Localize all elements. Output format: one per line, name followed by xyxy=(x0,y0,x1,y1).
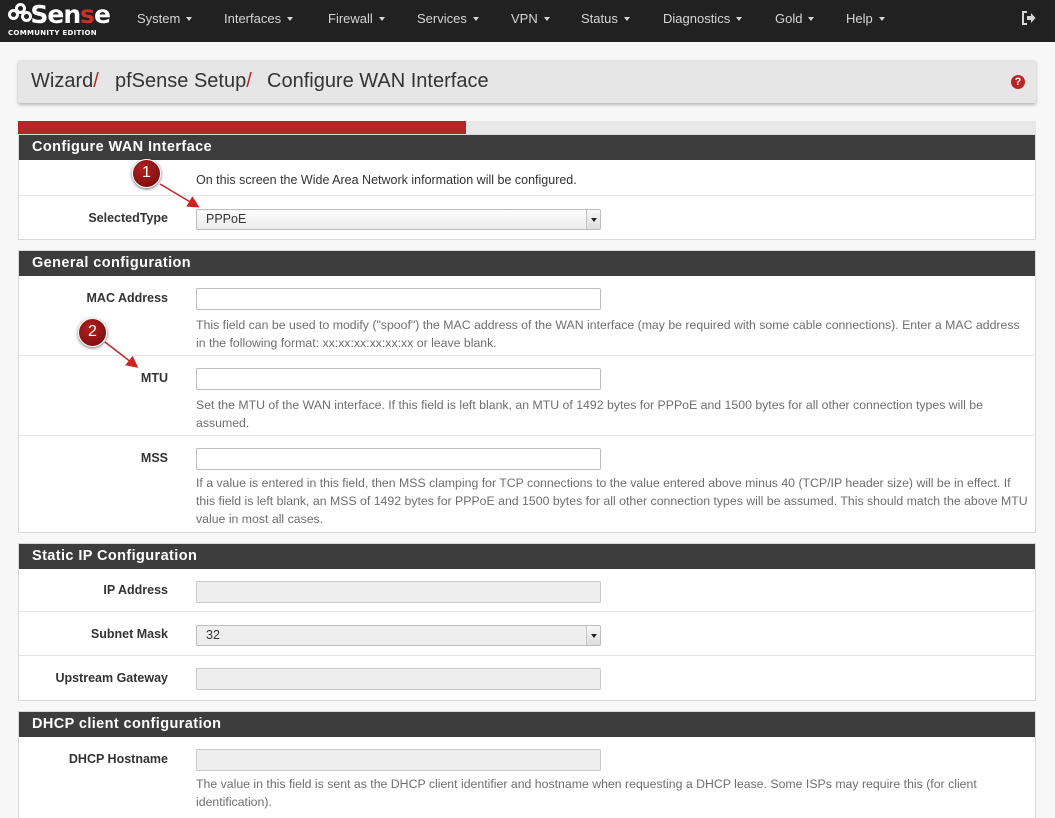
mss-input[interactable] xyxy=(196,448,601,470)
nav-system[interactable]: System xyxy=(137,0,193,42)
progress-fill xyxy=(18,121,466,134)
upstream-gateway-label: Upstream Gateway xyxy=(55,671,168,685)
selected-type-select[interactable]: PPPoE xyxy=(196,209,601,230)
row-subnet-mask: Subnet Mask 32 xyxy=(19,612,1035,656)
ip-address-label: IP Address xyxy=(103,583,168,597)
upstream-gateway-input[interactable] xyxy=(196,668,601,690)
row-mss: MSS If a value is entered in this field,… xyxy=(19,436,1035,532)
pfsense-logo-icon xyxy=(8,3,32,27)
mac-address-help: This field can be used to modify ("spoof… xyxy=(196,318,1020,350)
caret-down-icon xyxy=(378,17,385,21)
selected-type-label: SelectedType xyxy=(88,211,168,225)
caret-down-icon xyxy=(878,17,885,21)
panel-title: General configuration xyxy=(19,251,1035,276)
row-selected-type: SelectedType PPPoE xyxy=(19,196,1035,240)
help-icon[interactable]: ? xyxy=(1011,75,1025,89)
caret-down-icon xyxy=(808,17,815,21)
row-ip-address: IP Address xyxy=(19,569,1035,612)
mac-address-label: MAC Address xyxy=(86,291,169,305)
breadcrumb-item-wizard[interactable]: Wizard/ xyxy=(31,70,99,93)
nav-vpn[interactable]: VPN xyxy=(511,0,550,42)
wizard-progress-bar xyxy=(18,121,1036,134)
top-navbar: Sense COMMUNITY EDITION System Interface… xyxy=(0,0,1055,42)
caret-down-icon xyxy=(543,17,550,21)
row-mac-address: MAC Address This field can be used to mo… xyxy=(19,276,1035,356)
mtu-help: Set the MTU of the WAN interface. If thi… xyxy=(196,398,983,430)
panel-dhcp-client: DHCP client configuration DHCP Hostname … xyxy=(18,711,1036,818)
logo-edition: COMMUNITY EDITION xyxy=(8,29,97,37)
dhcp-hostname-help: The value in this field is sent as the D… xyxy=(196,777,977,809)
nav-diagnostics[interactable]: Diagnostics xyxy=(663,0,743,42)
caret-down-icon xyxy=(287,17,294,21)
panel-general-configuration: General configuration MAC Address This f… xyxy=(18,250,1036,533)
nav-gold[interactable]: Gold xyxy=(775,0,815,42)
row-dhcp-hostname: DHCP Hostname The value in this field is… xyxy=(19,737,1035,818)
panel-configure-wan: Configure WAN Interface On this screen t… xyxy=(18,134,1036,240)
panel-title: DHCP client configuration xyxy=(19,712,1035,737)
pfsense-logo[interactable]: Sense COMMUNITY EDITION xyxy=(8,0,111,40)
annotation-marker-2: 2 xyxy=(78,318,107,347)
mtu-input[interactable] xyxy=(196,368,601,390)
mac-address-input[interactable] xyxy=(196,288,601,310)
breadcrumb-item-setup[interactable]: pfSense Setup/ xyxy=(115,70,252,93)
row-upstream-gateway: Upstream Gateway xyxy=(19,656,1035,700)
panel-title: Configure WAN Interface xyxy=(19,135,1035,160)
row-mtu: MTU Set the MTU of the WAN interface. If… xyxy=(19,356,1035,436)
mtu-label: MTU xyxy=(140,371,168,385)
nav-help[interactable]: Help xyxy=(846,0,885,42)
annotation-marker-1: 1 xyxy=(132,159,161,188)
dhcp-hostname-input[interactable] xyxy=(196,749,601,771)
ip-address-input[interactable] xyxy=(196,581,601,603)
caret-down-icon xyxy=(186,17,193,21)
nav-status[interactable]: Status xyxy=(581,0,630,42)
panel-static-ip: Static IP Configuration IP Address Subne… xyxy=(18,543,1036,701)
logo-wordmark: Sense xyxy=(30,0,111,29)
subnet-mask-label: Subnet Mask xyxy=(90,627,168,641)
intro-text: On this screen the Wide Area Network inf… xyxy=(196,173,577,187)
dropdown-arrow-icon xyxy=(586,210,600,229)
nav-interfaces[interactable]: Interfaces xyxy=(224,0,294,42)
caret-down-icon xyxy=(623,17,630,21)
logout-icon[interactable] xyxy=(1022,11,1036,25)
panel-title: Static IP Configuration xyxy=(19,544,1035,569)
page-title: Configure WAN Interface xyxy=(267,70,489,92)
caret-down-icon xyxy=(736,17,743,21)
dhcp-hostname-label: DHCP Hostname xyxy=(68,752,168,766)
mss-help: If a value is entered in this field, the… xyxy=(196,476,1028,526)
caret-down-icon xyxy=(472,17,479,21)
subnet-mask-select[interactable]: 32 xyxy=(196,625,601,646)
row-intro: On this screen the Wide Area Network inf… xyxy=(19,160,1035,196)
nav-firewall[interactable]: Firewall xyxy=(328,0,385,42)
breadcrumb: Wizard/ pfSense Setup/ Configure WAN Int… xyxy=(18,60,1036,103)
nav-services[interactable]: Services xyxy=(417,0,479,42)
mss-label: MSS xyxy=(140,451,168,465)
dropdown-arrow-icon xyxy=(586,626,600,645)
